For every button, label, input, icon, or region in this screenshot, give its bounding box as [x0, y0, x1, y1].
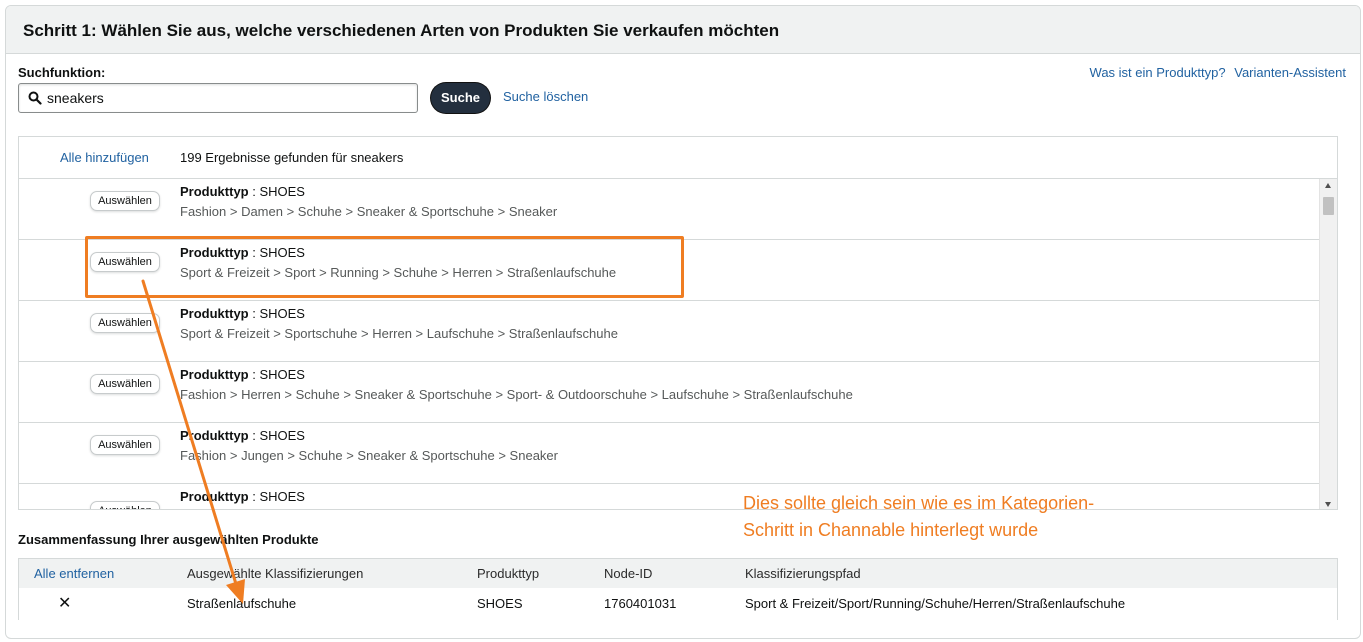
product-type-label: Produkttyp — [180, 489, 249, 504]
results-rows[interactable]: Auswählen Produkttyp : SHOES Fashion > D… — [19, 179, 1319, 509]
annotation-line-1: Dies sollte gleich sein wie es im Katego… — [743, 493, 1095, 513]
search-field[interactable] — [18, 83, 418, 113]
help-links: Was ist ein Produkttyp? Varianten-Assist… — [1085, 65, 1346, 80]
product-type-label: Produkttyp — [180, 245, 249, 260]
product-type-value: SHOES — [259, 245, 305, 260]
summary-header-row: Alle entfernen Ausgewählte Klassifizieru… — [19, 559, 1337, 588]
product-type-value: SHOES — [259, 428, 305, 443]
selected-node-id: 1760401031 — [604, 596, 677, 611]
product-type: Produkttyp : SHOES — [180, 367, 305, 382]
column-header-path: Klassifizierungspfad — [745, 566, 861, 581]
scroll-thumb[interactable] — [1323, 197, 1334, 215]
result-row: Auswählen Produkttyp : SHOES Fashion > D… — [19, 179, 1319, 240]
column-header-node-id: Node-ID — [604, 566, 653, 581]
select-button[interactable]: Auswählen — [90, 252, 160, 272]
category-path: Fashion > Jungen > Schuhe > Sneaker & Sp… — [180, 448, 558, 463]
product-type-label: Produkttyp — [180, 184, 249, 199]
category-path: Sport & Freizeit > Sport > Running > Sch… — [180, 265, 617, 280]
clear-search-link[interactable]: Suche löschen — [503, 89, 588, 104]
panel-header: Schritt 1: Wählen Sie aus, welche versch… — [6, 6, 1360, 54]
search-button[interactable]: Suche — [431, 83, 490, 113]
selected-product-type: SHOES — [477, 596, 523, 611]
category-path: Fashion > Damen > Schuhe > Sneaker & Spo… — [180, 204, 558, 219]
selected-classification: Straßenlaufschuhe — [187, 596, 297, 611]
results-list: Alle hinzufügen 199 Ergebnisse gefunden … — [18, 136, 1338, 510]
column-header-product-type: Produkttyp — [477, 566, 540, 581]
results-scrollbar[interactable] — [1319, 179, 1337, 509]
search-icon — [28, 91, 42, 105]
select-button[interactable]: Auswählen — [90, 374, 160, 394]
annotation-line-2: Schritt in Channable hinterlegt wurde — [743, 520, 1039, 540]
result-row: Auswählen Produkttyp : SHOES Fashion > H… — [19, 362, 1319, 423]
result-row: Auswählen Produkttyp : SHOES Fashion > J… — [19, 423, 1319, 484]
summary-row: ✕ Straßenlaufschuhe SHOES 1760401031 Spo… — [19, 588, 1337, 620]
category-path: Fashion > Herren > Schuhe > Sneaker & Sp… — [180, 387, 853, 402]
variation-wizard-link[interactable]: Varianten-Assistent — [1234, 65, 1346, 80]
scroll-up-arrow-icon[interactable] — [1325, 183, 1331, 188]
add-all-link[interactable]: Alle hinzufügen — [60, 150, 149, 165]
results-count: 199 Ergebnisse gefunden für sneakers — [180, 150, 404, 165]
scroll-down-arrow-icon[interactable] — [1325, 502, 1331, 507]
summary-title: Zusammenfassung Ihrer ausgewählten Produ… — [18, 532, 319, 547]
product-type-value: SHOES — [259, 489, 305, 504]
result-row: Auswählen Produkttyp : SHOES Sport & Fre… — [19, 240, 1319, 301]
select-button[interactable]: Auswählen — [90, 435, 160, 455]
what-is-product-type-link[interactable]: Was ist ein Produkttyp? — [1090, 65, 1226, 80]
annotation-note: Dies sollte gleich sein wie es im Katego… — [743, 490, 1163, 544]
product-type-label: Produkttyp — [180, 428, 249, 443]
product-type: Produkttyp : SHOES — [180, 489, 305, 504]
select-button[interactable]: Auswählen — [90, 313, 160, 333]
result-row: Auswählen Produkttyp : SHOES Sport & Fre… — [19, 301, 1319, 362]
product-type-label: Produkttyp — [180, 367, 249, 382]
selected-path: Sport & Freizeit/Sport/Running/Schuhe/He… — [745, 596, 1126, 611]
select-button[interactable]: Auswählen — [90, 501, 160, 509]
product-type-value: SHOES — [259, 184, 305, 199]
search-label: Suchfunktion: — [18, 65, 106, 80]
search-input[interactable] — [47, 88, 407, 108]
product-type: Produkttyp : SHOES — [180, 184, 305, 199]
product-type-label: Produkttyp — [180, 306, 249, 321]
product-type-value: SHOES — [259, 367, 305, 382]
product-type: Produkttyp : SHOES — [180, 428, 305, 443]
page-title: Schritt 1: Wählen Sie aus, welche versch… — [23, 21, 780, 40]
product-type-value: SHOES — [259, 306, 305, 321]
results-header: Alle hinzufügen 199 Ergebnisse gefunden … — [19, 137, 1337, 179]
select-button[interactable]: Auswählen — [90, 191, 160, 211]
column-header-classification: Ausgewählte Klassifizierungen — [187, 566, 364, 581]
remove-all-link[interactable]: Alle entfernen — [34, 566, 114, 581]
product-type: Produkttyp : SHOES — [180, 306, 305, 321]
product-type: Produkttyp : SHOES — [180, 245, 305, 260]
category-path: Sport & Freizeit > Sportschuhe > Herren … — [180, 326, 618, 341]
summary-table: Alle entfernen Ausgewählte Klassifizieru… — [18, 558, 1338, 620]
remove-icon[interactable]: ✕ — [58, 593, 71, 613]
